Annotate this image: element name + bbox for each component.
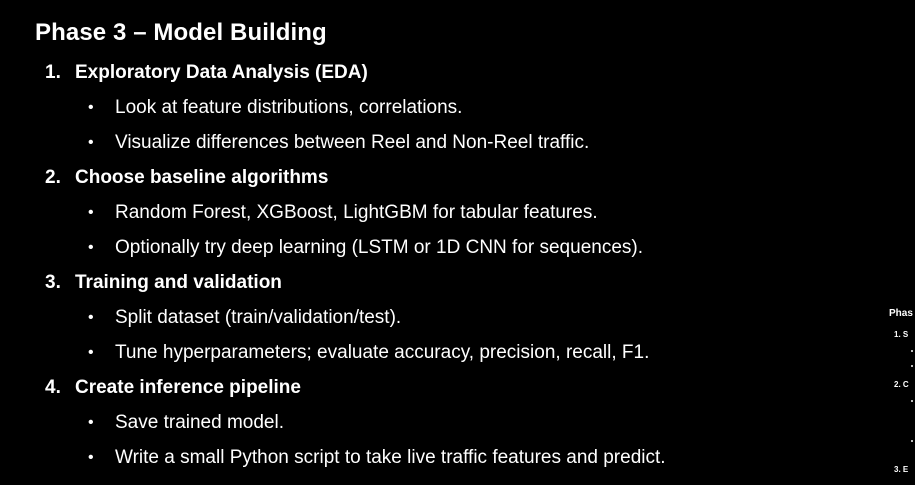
list-item: • Optionally try deep learning (LSTM or 1…	[88, 237, 643, 267]
step-3: 3. Training and validation	[45, 272, 282, 302]
side-preview-mark	[911, 365, 913, 367]
side-preview-item: 1. S	[894, 330, 909, 339]
step-1: 1. Exploratory Data Analysis (EDA)	[45, 62, 368, 92]
list-item-text: Look at feature distributions, correlati…	[115, 97, 463, 118]
side-preview-mark	[911, 350, 913, 352]
bullet-icon: •	[88, 309, 94, 326]
step-title: Create inference pipeline	[75, 377, 301, 398]
list-item: • Save trained model.	[88, 412, 284, 442]
side-preview-panel[interactable]: Phas 1. S 2. C 3. E	[883, 0, 915, 485]
bullet-icon: •	[88, 239, 94, 256]
list-item-text: Optionally try deep learning (LSTM or 1D…	[115, 237, 644, 258]
step-title: Training and validation	[75, 272, 282, 293]
bullet-icon: •	[88, 414, 94, 431]
bullet-icon: •	[88, 204, 94, 221]
list-item: • Split dataset (train/validation/test).	[88, 307, 401, 337]
document-page: Phase 3 – Model Building 1. Exploratory D…	[0, 0, 870, 485]
step-number: 4.	[45, 377, 61, 398]
bullet-icon: •	[88, 449, 94, 466]
list-item-text: Visualize differences between Reel and N…	[115, 132, 590, 153]
bullet-icon: •	[88, 134, 94, 151]
list-item: • Tune hyperparameters; evaluate accuracy…	[88, 342, 649, 372]
side-preview-mark	[911, 440, 913, 442]
side-preview-item: 2. C	[894, 380, 909, 389]
list-item: • Write a small Python script to take liv…	[88, 447, 666, 477]
list-item-text: Write a small Python script to take live…	[115, 447, 666, 468]
step-2: 2. Choose baseline algorithms	[45, 167, 328, 197]
side-preview-item: 3. E	[894, 465, 909, 474]
step-number: 1.	[45, 62, 61, 83]
list-item-text: Split dataset (train/validation/test).	[115, 307, 402, 328]
side-preview-mark	[911, 400, 913, 402]
page-title: Phase 3 – Model Building	[35, 19, 327, 46]
side-preview-title: Phas	[889, 308, 913, 319]
bullet-icon: •	[88, 344, 94, 361]
bullet-icon: •	[88, 99, 94, 116]
list-item: • Look at feature distributions, correlat…	[88, 97, 462, 127]
list-item: • Visualize differences between Reel and …	[88, 132, 589, 162]
list-item: • Random Forest, XGBoost, LightGBM for ta…	[88, 202, 598, 232]
step-number: 2.	[45, 167, 61, 188]
list-item-text: Save trained model.	[115, 412, 284, 433]
list-item-text: Random Forest, XGBoost, LightGBM for tab…	[115, 202, 598, 223]
step-number: 3.	[45, 272, 61, 293]
step-title: Exploratory Data Analysis (EDA)	[75, 62, 368, 83]
step-title: Choose baseline algorithms	[75, 167, 329, 188]
step-4: 4. Create inference pipeline	[45, 377, 301, 407]
list-item-text: Tune hyperparameters; evaluate accuracy,…	[115, 342, 650, 363]
